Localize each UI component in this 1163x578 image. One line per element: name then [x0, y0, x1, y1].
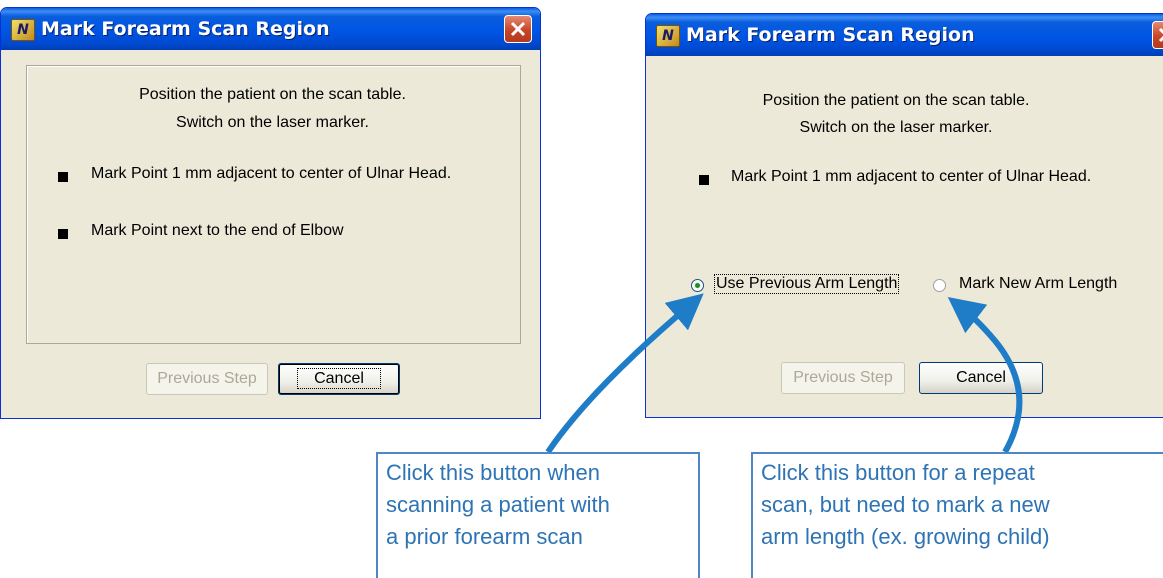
- callout-mark-new: Click this button for a repeat scan, but…: [751, 452, 1163, 578]
- arrow-to-use-previous: [545, 293, 704, 454]
- callout-use-previous: Click this button when scanning a patien…: [376, 452, 700, 578]
- callout-line: Click this button when: [386, 460, 600, 485]
- callout-line: arm length (ex. growing child): [761, 524, 1050, 549]
- callout-line: a prior forearm scan: [386, 524, 583, 549]
- callout-line: scan, but need to mark a new: [761, 492, 1050, 517]
- callout-line: scanning a patient with: [386, 492, 610, 517]
- callout-line: Click this button for a repeat: [761, 460, 1035, 485]
- arrow-to-mark-new: [947, 297, 1023, 454]
